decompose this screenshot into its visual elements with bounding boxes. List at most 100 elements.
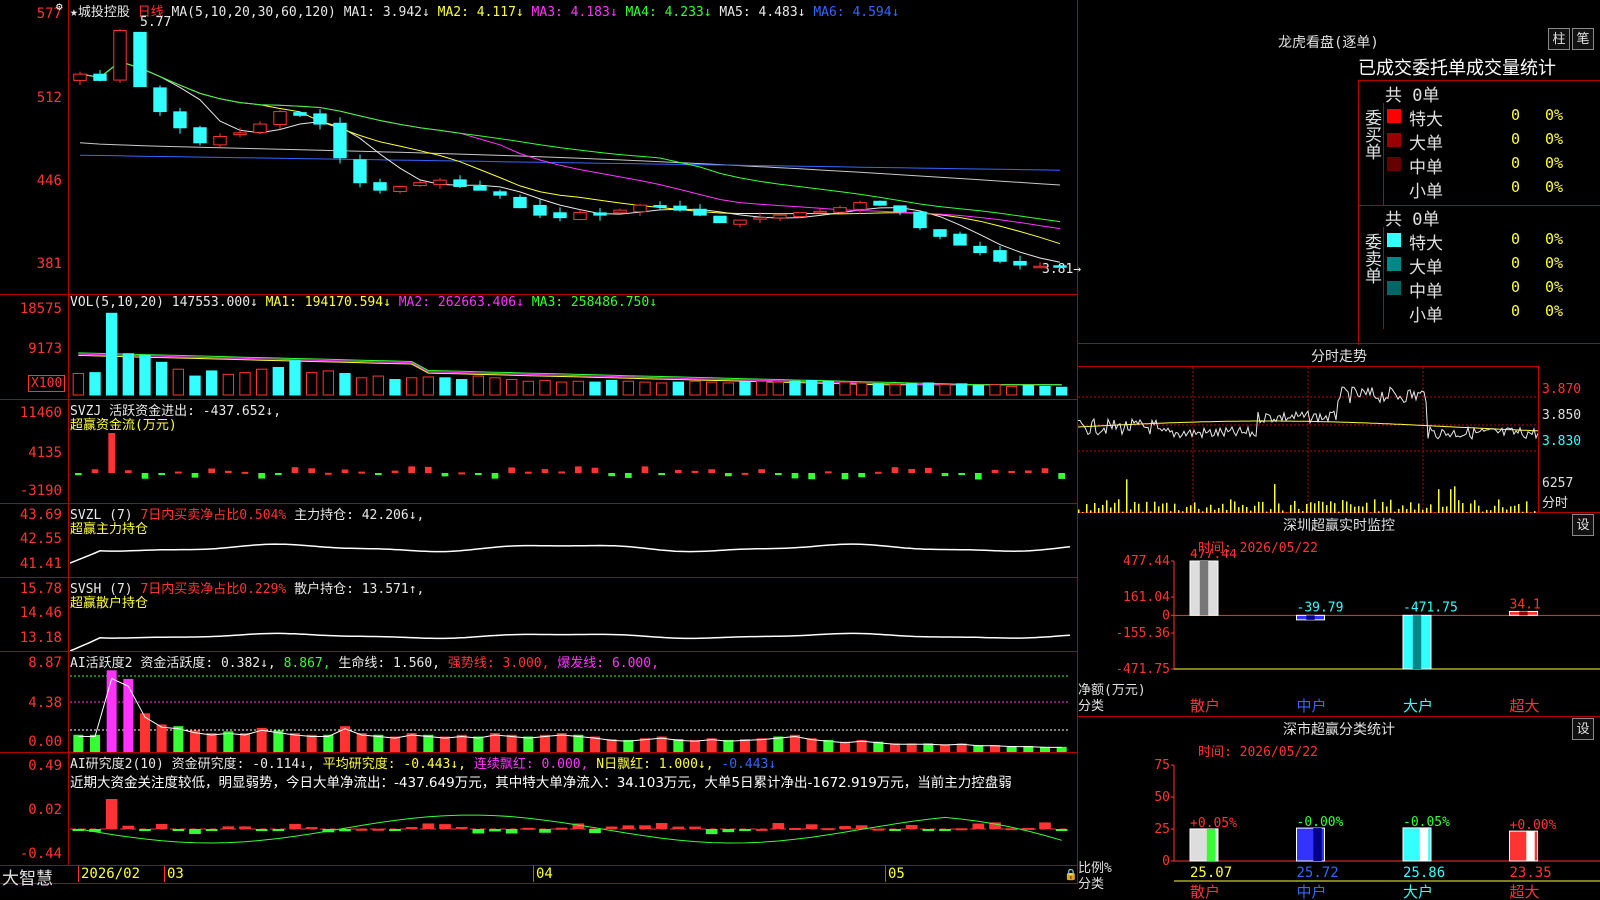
volume-bar <box>156 361 168 396</box>
ai-active-bar <box>290 733 300 752</box>
intraday-vol-bar <box>1454 486 1456 513</box>
svsh-line <box>70 632 1071 651</box>
sz-monitor-panel[interactable]: 深圳超赢实时监控 设 时间: 2026/05/22 净额(万元) 分类 477.… <box>1078 513 1600 717</box>
svzj-bar <box>291 467 299 473</box>
svzj-bar <box>425 466 432 473</box>
candle-body <box>93 73 107 81</box>
svzj-bar <box>125 470 132 473</box>
svzj-bar <box>175 471 182 474</box>
volume-bar <box>72 373 84 396</box>
price-panel[interactable]: 577 512 446 381 ⚙ ★城投控股 日线 MA(5,10,20,30… <box>0 0 1081 295</box>
intraday-tick: 3.870 <box>1542 382 1582 397</box>
volume-bar <box>106 312 118 396</box>
intraday-vol-bar <box>1330 501 1332 513</box>
svzj-bar <box>325 472 332 475</box>
sell-row-count: 0 <box>1511 302 1521 320</box>
intraday-panel[interactable]: 分时走势 3.870 3.850 3.830 6257 分时 <box>1078 344 1600 513</box>
sz-monitor-value-label: 477.44 <box>1190 549 1237 562</box>
candle-body <box>393 185 407 192</box>
svzj-bar <box>375 473 382 475</box>
candle-body <box>593 212 607 216</box>
svzl-panel[interactable]: 43.69 42.55 41.41 SVZL (7) 7日内买卖净占比0.504… <box>0 504 1077 578</box>
intraday-title: 分时走势 <box>1311 349 1367 365</box>
intraday-unit: 分时 <box>1542 496 1569 511</box>
ai-active-bar <box>223 731 234 752</box>
svzj-bar <box>758 469 765 473</box>
volume-bar <box>222 373 235 396</box>
volume-panel[interactable]: 18575 9173 X100 VOL(5,10,20) 147553.000↓… <box>0 295 1077 400</box>
research-bar <box>639 825 651 829</box>
svzj-bar <box>158 473 165 475</box>
volume-bar <box>689 380 701 396</box>
intraday-vol-bar <box>1138 503 1140 513</box>
ai-research-tick: -0.44 <box>19 846 62 862</box>
sz-class-change-label: -0.00% <box>1297 815 1344 830</box>
ai-active-bar <box>323 734 334 752</box>
volume-bar <box>922 382 935 396</box>
svzj-bar <box>1025 470 1032 473</box>
candle-body <box>133 31 147 88</box>
ai-research-panel[interactable]: 0.49 0.02 -0.44 AI研究度2(10) 资金研究度: -0.114… <box>0 753 1077 866</box>
svsh-panel[interactable]: 15.78 14.46 13.18 SVSH (7) 7日内买卖净占比0.229… <box>0 578 1077 652</box>
intraday-vol-bar <box>1494 505 1496 513</box>
svzj-bar <box>725 473 732 477</box>
buy-total: 共 0单 <box>1385 86 1440 106</box>
candlestick-chart[interactable] <box>70 18 1075 288</box>
intraday-vol-bar <box>1510 506 1512 513</box>
ai-research-tick: 0.49 <box>28 758 62 774</box>
svzj-bar <box>575 466 582 473</box>
ai-active-panel[interactable]: 8.87 4.38 0.00 AI活跃度2 资金活跃度: 0.382↓, 8.8… <box>0 652 1077 753</box>
svsh-ratio: 7日内买卖净占比0.229% <box>140 582 287 597</box>
sz-class-tick: 0 <box>1162 854 1170 869</box>
gear-icon[interactable]: ⚙ <box>56 1 66 12</box>
volume-bar <box>956 383 968 396</box>
ai-research-header: AI研究度2(10) 资金研究度: -0.114↓, 平均研究度: -0.443… <box>70 753 776 772</box>
volume-bar <box>1006 385 1018 396</box>
svzl-axis: 43.69 42.55 41.41 <box>0 504 69 577</box>
svzj-bar <box>191 473 199 478</box>
intraday-chart-frame[interactable] <box>1078 366 1539 513</box>
sz-class-value-label: 25.07 <box>1190 865 1232 881</box>
candle-body <box>313 113 327 125</box>
lhb-panel[interactable]: 龙虎看盘(逐单) 柱 笔 已成交委托单成交量统计 委买单 共 0单 特大 0 0% 大… <box>1078 0 1600 345</box>
candle-body <box>733 219 747 225</box>
ai-active-bars <box>70 670 1070 752</box>
sz-class-settings-button[interactable]: 设 <box>1572 718 1594 740</box>
main-chart-area[interactable]: 577 512 446 381 ⚙ ★城投控股 日线 MA(5,10,20,30… <box>0 0 1081 889</box>
research-bar <box>272 829 285 831</box>
svzj-bar <box>841 473 849 480</box>
ma-line <box>79 61 1061 263</box>
research-bar <box>605 826 618 829</box>
sz-monitor-bar-shade <box>1306 615 1315 620</box>
intraday-vol-bar <box>1086 504 1088 513</box>
sz-monitor-settings-button[interactable]: 设 <box>1572 514 1594 536</box>
volume-bar <box>872 383 885 396</box>
volume-bar <box>622 380 635 396</box>
intraday-vol-bar <box>1514 505 1516 513</box>
sz-class-bar-shade <box>1206 828 1216 861</box>
stroke-mode-button[interactable]: 笔 <box>1572 28 1594 50</box>
price-tick: 512 <box>36 90 62 106</box>
sz-class-title: 深市超赢分类统计 <box>1283 722 1395 738</box>
volume-bar <box>172 368 184 396</box>
intraday-tick: 3.830 <box>1542 434 1582 449</box>
candle-body <box>613 209 627 214</box>
candle-body <box>853 202 867 210</box>
research-bar <box>739 829 751 831</box>
sz-monitor-chart: 477.44 161.04 0 -155.36 -471.75 477.44 散户 -39.7… <box>1118 549 1600 715</box>
x-axis: 大智慧 2026/02 03 04 05 🔒 <box>0 866 1078 889</box>
intraday-vol-bar <box>1146 501 1148 513</box>
ai-active-bar <box>73 734 84 752</box>
lock-icon[interactable]: 🔒 <box>1064 868 1078 881</box>
n-day-red-value: N日飘红: 1.000↓, <box>596 757 714 772</box>
svzj-panel[interactable]: 11460 4135 -3190 SVZJ 活跃资金进出: -437.652↓,… <box>0 400 1077 504</box>
svzj-bar <box>1058 473 1065 479</box>
candle-body <box>1053 265 1067 268</box>
sz-class-panel[interactable]: 深市超赢分类统计 设 时间: 2026/05/22 比例% 分类 75 50 25 0… <box>1078 717 1600 900</box>
candle-body <box>73 73 87 81</box>
column-mode-button[interactable]: 柱 <box>1548 28 1570 50</box>
svzl-tick: 41.41 <box>19 556 62 572</box>
intraday-vol-bar <box>1474 500 1476 513</box>
vol-ma1: MA1: 194170.594↓ <box>265 295 391 310</box>
ai-active-tick: 8.87 <box>28 655 62 671</box>
